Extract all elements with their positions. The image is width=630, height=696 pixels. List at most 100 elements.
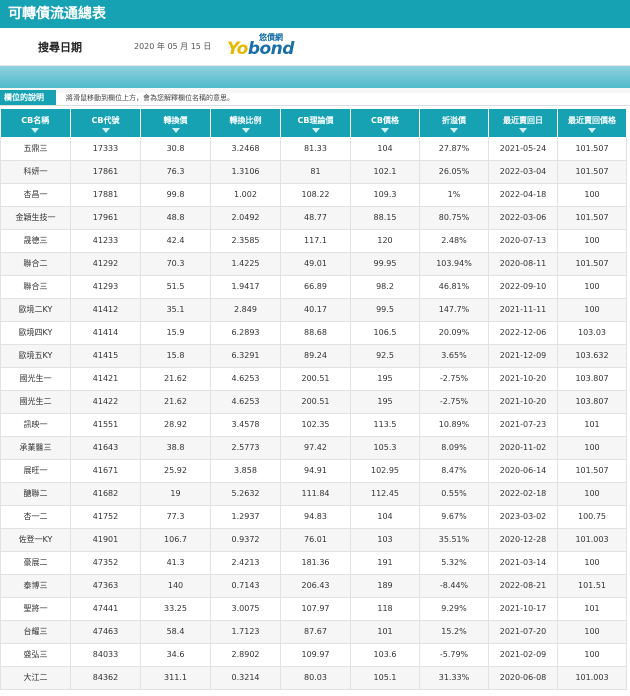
table-cell: 2020-07-13 — [488, 229, 558, 253]
table-cell: 2.0492 — [210, 206, 281, 230]
table-row[interactable]: 大江二 84362 311.1 0.3214 80.03 105.1 31.33% 2020-… — [0, 666, 627, 690]
table-cell: 17861 — [70, 160, 141, 184]
sort-arrow-icon[interactable] — [31, 127, 40, 133]
table-cell: 84033 — [70, 643, 141, 667]
sort-arrow-icon[interactable] — [101, 127, 110, 133]
table-cell: 105.3 — [350, 436, 420, 460]
column-header-2[interactable]: 轉換價 — [140, 109, 211, 137]
table-cell: 41233 — [70, 229, 141, 253]
table-cell: 3.858 — [210, 459, 281, 483]
table-cell: 17881 — [70, 183, 141, 207]
table-row[interactable]: 杏昌一 17881 99.8 1.002 108.22 109.3 1% 2022-04-18… — [0, 183, 627, 207]
table-cell: 76.01 — [280, 528, 351, 552]
table-row[interactable]: 台耀三 47463 58.4 1.7123 87.67 101 15.2% 2021-07-2… — [0, 620, 627, 644]
table-row[interactable]: 國光生一 41421 21.62 4.6253 200.51 195 -2.75% 2021-… — [0, 367, 627, 391]
table-cell: 99.95 — [350, 252, 420, 276]
table-row[interactable]: 佐登一KY 41901 106.7 0.9372 76.01 103 35.51% 2020-… — [0, 528, 627, 552]
table-row[interactable]: 歐境二KY 41412 35.1 2.849 40.17 99.5 147.7% 2021-1… — [0, 298, 627, 322]
table-row[interactable]: 聖將一 47441 33.25 3.0075 107.97 118 9.29% 2021-10… — [0, 597, 627, 621]
column-header-5[interactable]: CB價格 — [350, 109, 420, 137]
table-cell: 181.36 — [280, 551, 351, 575]
column-header-label: CB名稱 — [21, 115, 50, 125]
column-header-3[interactable]: 轉換比例 — [210, 109, 281, 137]
table-cell: 101.507 — [557, 160, 627, 184]
table-cell: 歐境五KY — [0, 344, 71, 368]
column-note-row: 欄位的說明 將滑鼠移動到欄位上方，會為您解釋欄位名稱的意思。 — [0, 90, 630, 106]
table-cell: 34.6 — [140, 643, 211, 667]
table-cell: 五鼎三 — [0, 137, 71, 161]
table-cell: 47352 — [70, 551, 141, 575]
query-date-label: 搜尋日期 — [38, 41, 82, 54]
table-row[interactable]: 杏一二 41752 77.3 1.2937 94.83 104 9.67% 2023-03-0… — [0, 505, 627, 529]
query-date-value[interactable]: 2020 年 05 月 15 日 — [134, 41, 211, 52]
table-cell: 81.33 — [280, 137, 351, 161]
table-row[interactable]: 泰博三 47363 140 0.7143 206.43 189 -8.44% 2022-08-… — [0, 574, 627, 598]
table-cell: 2021-10-17 — [488, 597, 558, 621]
column-header-7[interactable]: 最近賣回日 — [488, 109, 558, 137]
table-cell: 4.6253 — [210, 390, 281, 414]
column-header-label: CB價格 — [371, 115, 399, 125]
table-row[interactable]: 盛弘三 84033 34.6 2.8902 109.97 103.6 -5.79% 2021-… — [0, 643, 627, 667]
table-row[interactable]: 聯合二 41292 70.3 1.4225 49.01 99.95 103.94% 2020-… — [0, 252, 627, 276]
table-cell: 17961 — [70, 206, 141, 230]
table-cell: 104 — [350, 505, 420, 529]
table-cell: 5.2632 — [210, 482, 281, 506]
column-header-6[interactable]: 折溢價 — [419, 109, 489, 137]
table-cell: 84362 — [70, 666, 141, 690]
sort-arrow-icon[interactable] — [381, 127, 389, 133]
table-row[interactable]: 展旺一 41671 25.92 3.858 94.91 102.95 8.47% 2020-0… — [0, 459, 627, 483]
table-cell: 103.03 — [557, 321, 627, 345]
table-row[interactable]: 國光生二 41422 21.62 4.6253 200.51 195 -2.75% 2021-… — [0, 390, 627, 414]
table-cell: 2022-03-06 — [488, 206, 558, 230]
table-row[interactable]: 科妍一 17861 76.3 1.3106 81 102.1 26.05% 2022-03-0… — [0, 160, 627, 184]
table-cell: 46.81% — [419, 275, 489, 299]
column-header-label: CB代號 — [91, 115, 120, 125]
sort-arrow-icon[interactable] — [519, 127, 527, 133]
column-header-label: 最近賣回日 — [503, 115, 543, 125]
table-cell: 33.25 — [140, 597, 211, 621]
table-row[interactable]: 豪展二 47352 41.3 2.4213 181.36 191 5.32% 2021-03-… — [0, 551, 627, 575]
table-row[interactable]: 晟德三 41233 42.4 2.3585 117.1 120 2.48% 2020-07-1… — [0, 229, 627, 253]
sort-arrow-icon[interactable] — [311, 127, 320, 133]
column-header-8[interactable]: 最近賣回價格 — [557, 109, 627, 137]
table-row[interactable]: 歐境四KY 41414 15.9 6.2893 88.68 106.5 20.09% 2022… — [0, 321, 627, 345]
sort-arrow-icon[interactable] — [241, 127, 250, 133]
table-cell: 2020-06-08 — [488, 666, 558, 690]
table-cell: 147.7% — [419, 298, 489, 322]
sort-arrow-icon[interactable] — [450, 127, 458, 133]
column-note-tag: 欄位的說明 — [0, 90, 56, 105]
column-header-label: 折溢價 — [442, 115, 466, 125]
table-cell: 101.51 — [557, 574, 627, 598]
table-row[interactable]: 金穎生技一 17961 48.8 2.0492 48.77 88.15 80.75% 2022… — [0, 206, 627, 230]
table-cell: 歐境二KY — [0, 298, 71, 322]
table-cell: 101.003 — [557, 666, 627, 690]
table-row[interactable]: 醣聯二 41682 19 5.2632 111.84 112.45 0.55% 2022-02… — [0, 482, 627, 506]
sort-arrow-icon[interactable] — [588, 127, 596, 133]
table-cell: 100.75 — [557, 505, 627, 529]
table-cell: 2022-12-06 — [488, 321, 558, 345]
column-header-4[interactable]: CB理論價 — [280, 109, 351, 137]
sort-arrow-icon[interactable] — [171, 127, 180, 133]
table-cell: 5.32% — [419, 551, 489, 575]
table-cell: 102.35 — [280, 413, 351, 437]
table-cell: 102.95 — [350, 459, 420, 483]
table-cell: 101.507 — [557, 206, 627, 230]
table-row[interactable]: 訊映一 41551 28.92 3.4578 102.35 113.5 10.89% 2021… — [0, 413, 627, 437]
table-cell: 41671 — [70, 459, 141, 483]
table-row[interactable]: 五鼎三 17333 30.8 3.2468 81.33 104 27.87% 2021-05-… — [0, 137, 627, 161]
table-cell: 94.91 — [280, 459, 351, 483]
table-cell: 歐境四KY — [0, 321, 71, 345]
table-row[interactable]: 承業醫三 41643 38.8 2.5773 97.42 105.3 8.09% 2020-1… — [0, 436, 627, 460]
table-row[interactable]: 歐境五KY 41415 15.8 6.3291 89.24 92.5 3.65% 2021-1… — [0, 344, 627, 368]
table-cell: 9.29% — [419, 597, 489, 621]
table-cell: 2022-09-10 — [488, 275, 558, 299]
table-cell: 2.849 — [210, 298, 281, 322]
yobond-logo[interactable]: 悠債網 Yobond — [227, 31, 294, 63]
table-cell: 醣聯二 — [0, 482, 71, 506]
table-cell: 2021-07-20 — [488, 620, 558, 644]
table-cell: 109.3 — [350, 183, 420, 207]
column-header-0[interactable]: CB名稱 — [0, 109, 71, 137]
column-header-1[interactable]: CB代號 — [70, 109, 141, 137]
table-cell: 25.92 — [140, 459, 211, 483]
table-row[interactable]: 聯合三 41293 51.5 1.9417 66.89 98.2 46.81% 2022-09… — [0, 275, 627, 299]
